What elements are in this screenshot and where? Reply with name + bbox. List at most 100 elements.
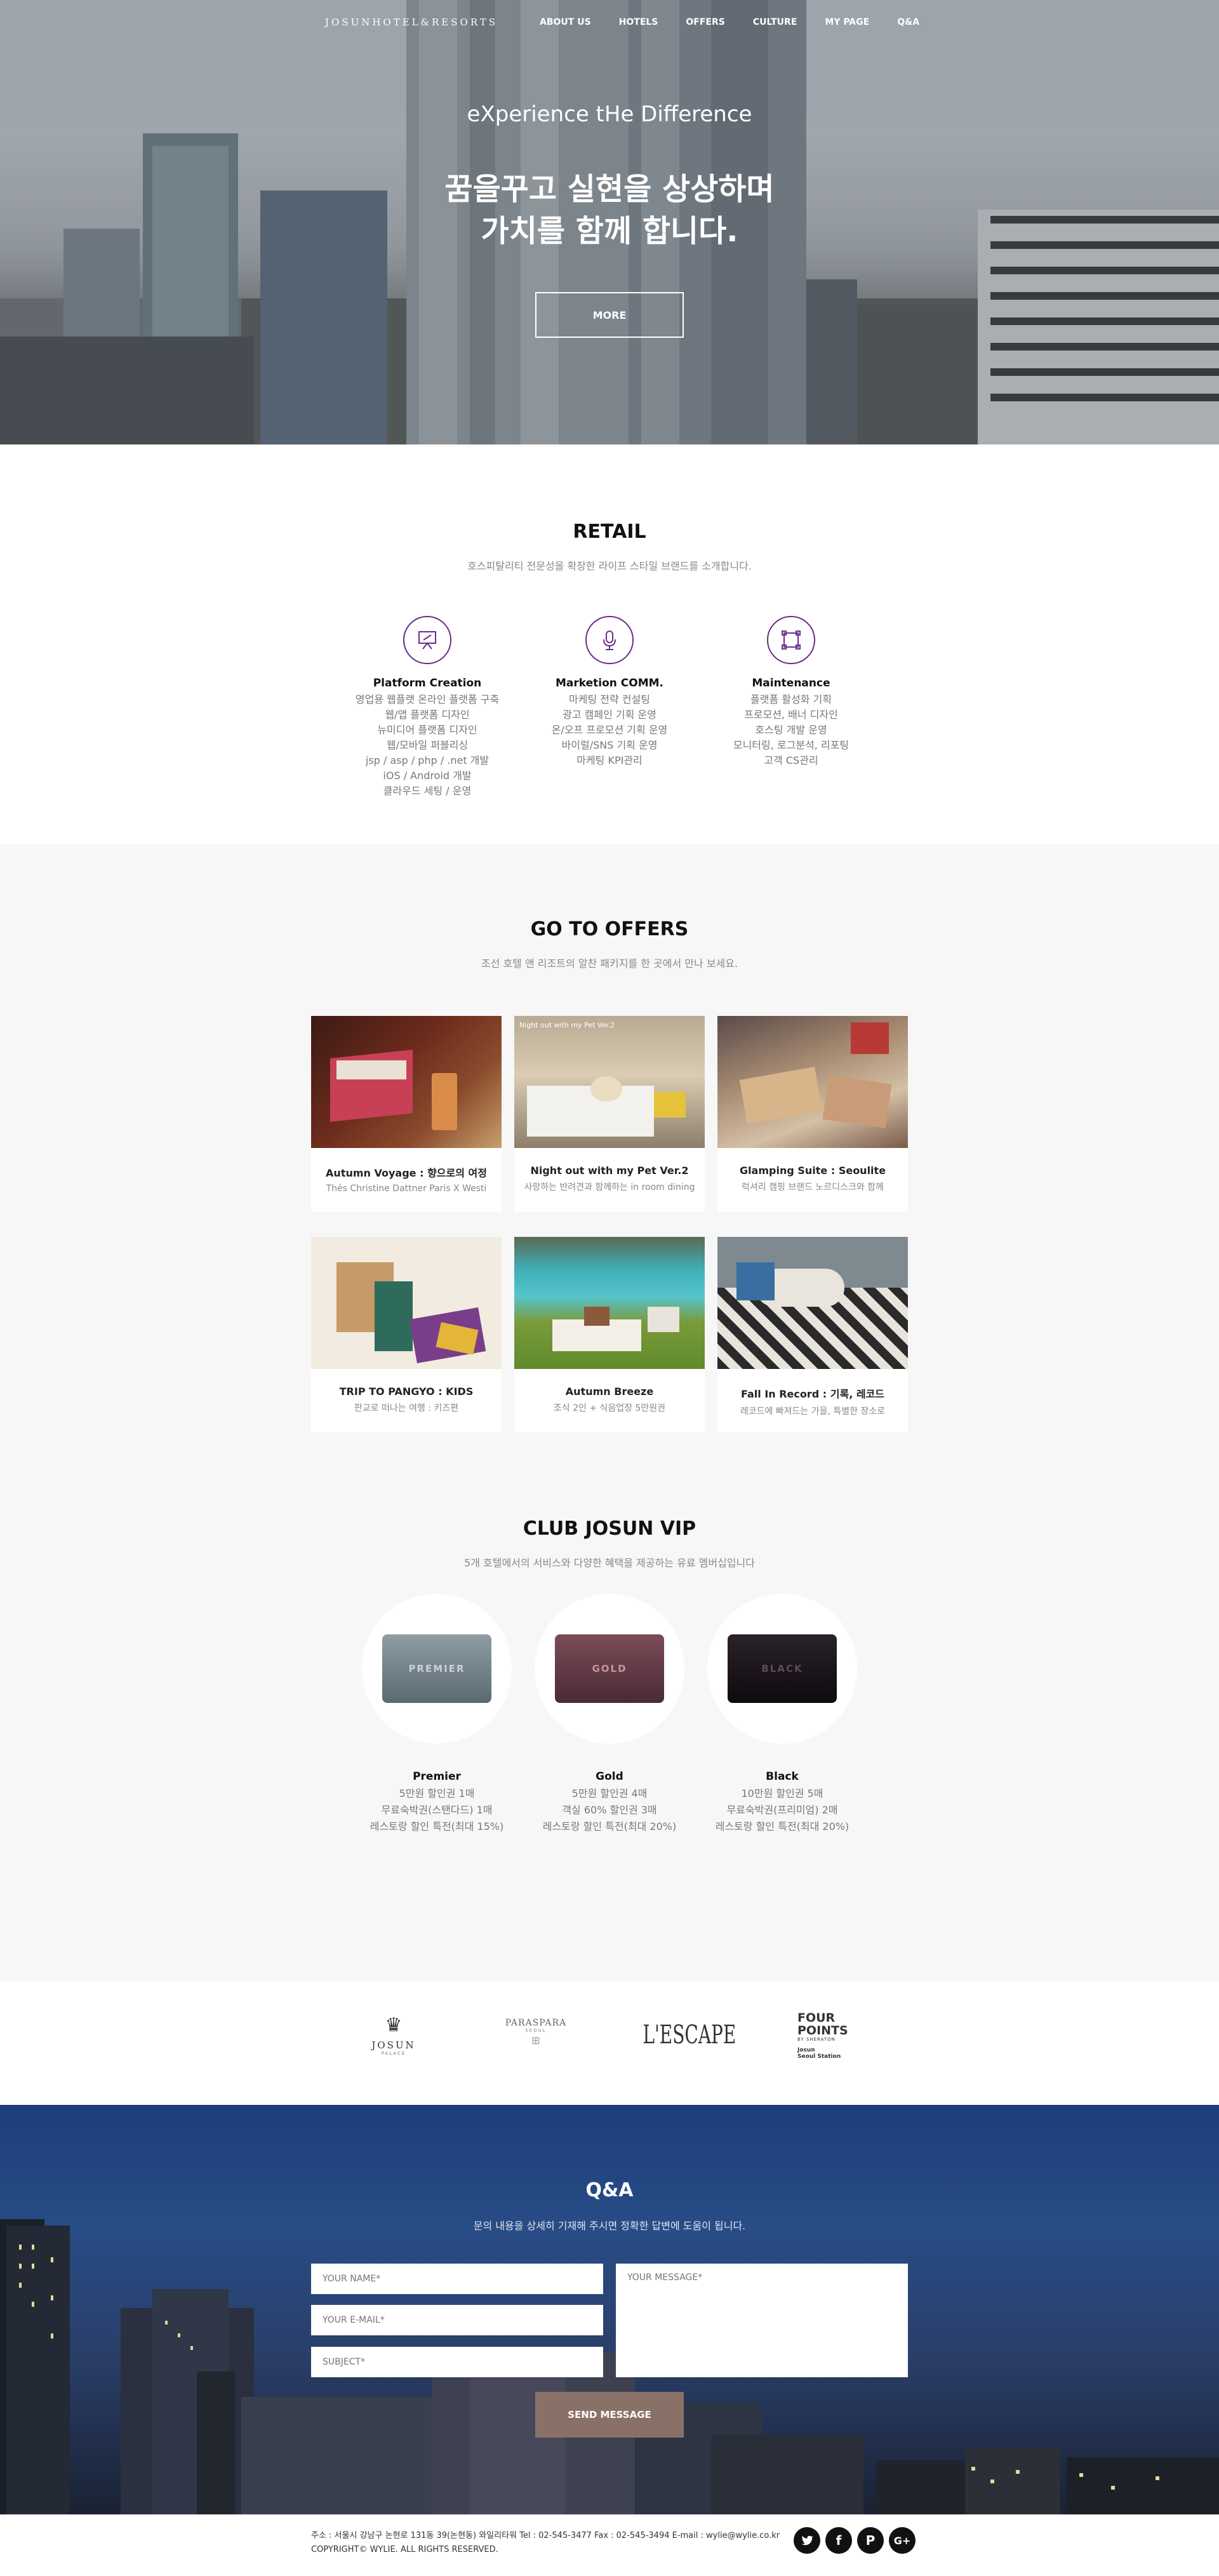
offer-subtitle: 조식 2인 + 식음업장 5만원권 bbox=[553, 1403, 666, 1413]
send-message-button[interactable]: SEND MESSAGE bbox=[535, 2392, 684, 2438]
list-item: iOS / Android 개발 bbox=[383, 770, 472, 782]
google-plus-icon[interactable]: G+ bbox=[889, 2527, 916, 2554]
brands-section: ♛ JOSUN PALACE PARASPARA SEOUL ⊞ L'ESCAP… bbox=[0, 1981, 1219, 2105]
list-item: 프로모션, 배너 디자인 bbox=[744, 709, 838, 721]
premier-card-image: PREMIER bbox=[382, 1634, 491, 1703]
offer-card[interactable]: Autumn Breeze 조식 2인 + 식음업장 5만원권 bbox=[514, 1237, 705, 1432]
retail-section: RETAIL 호스피탈리티 전문성을 확장한 라이프 스타일 브랜드를 소개합니… bbox=[0, 444, 1219, 844]
offer-title: TRIP TO PANGYO : KIDS bbox=[339, 1385, 474, 1398]
qa-background-image bbox=[0, 2219, 1219, 2514]
offer-card[interactable]: Autumn Voyage : 향으로의 여정 Thés Christine D… bbox=[311, 1016, 502, 1211]
list-item: 바이럴/SNS 기획 운영 bbox=[561, 739, 658, 751]
offer-image: Night out with my Pet Ver.2 bbox=[514, 1016, 705, 1148]
list-item: 객실 60% 할인권 3매 bbox=[562, 1804, 657, 1816]
retail-title: RETAIL bbox=[573, 521, 646, 543]
qa-section: Q&A 문의 내용을 상세히 기재해 주시면 정확한 답변에 도움이 됩니다. … bbox=[0, 2105, 1219, 2514]
list-item: 레스토랑 할인 특전(최대 20%) bbox=[542, 1820, 677, 1832]
offer-image-caption: Night out with my Pet Ver.2 bbox=[519, 1021, 615, 1029]
offer-card[interactable]: Glamping Suite : Seoulite 럭셔리 캠핑 브랜드 노르디… bbox=[717, 1016, 908, 1211]
vip-title: CLUB JOSUN VIP bbox=[523, 1518, 696, 1540]
offer-subtitle: 럭셔리 캠핑 브랜드 노르디스크와 함께 bbox=[742, 1182, 884, 1192]
facebook-icon[interactable]: f bbox=[825, 2527, 852, 2554]
list-item: 웹/모바일 퍼블리싱 bbox=[386, 739, 469, 751]
josun-palace-logo[interactable]: ♛ JOSUN PALACE bbox=[362, 2012, 425, 2056]
list-item: 레스토랑 할인 특전(최대 20%) bbox=[715, 1820, 849, 1832]
list-item: 호스팅 개발 운영 bbox=[755, 724, 827, 736]
name-input[interactable] bbox=[311, 2264, 603, 2294]
offers-desc: 조선 호텔 앤 리조트의 알찬 패키지를 한 곳에서 만나 보세요. bbox=[481, 958, 738, 970]
message-textarea[interactable] bbox=[616, 2264, 908, 2377]
service-maintenance: Maintenance 플랫폼 활성화 기획 프로모션, 배너 디자인 호스팅 … bbox=[696, 616, 886, 768]
frame-icon bbox=[767, 616, 815, 664]
vip-tier-gold: GOLD Gold 5만원 할인권 4매 객실 60% 할인권 3매 레스토랑 … bbox=[514, 1594, 705, 1835]
offer-title: Fall In Record : 기록, 레코드 bbox=[740, 1388, 885, 1400]
hero-title: 꿈을꾸고 실현을 상상하며 가치를 함께 합니다. bbox=[0, 168, 1219, 252]
main-nav: JOSUNHOTEL&RESORTS ABOUT US HOTELS OFFER… bbox=[0, 0, 1219, 46]
retail-desc: 호스피탈리티 전문성을 확장한 라이프 스타일 브랜드를 소개합니다. bbox=[467, 560, 752, 572]
vip-tier-premier: PREMIER Premier 5만원 할인권 1매 무료숙박권(스탠다드) 1… bbox=[342, 1594, 532, 1835]
list-item: jsp / asp / php / .net 개발 bbox=[365, 754, 490, 766]
email-input[interactable] bbox=[311, 2305, 603, 2335]
crest-icon: ♛ bbox=[385, 2014, 403, 2036]
service-marketing-comm: Marketion COMM. 마케팅 전략 컨설팅 광고 캠페인 기획 운영 … bbox=[514, 616, 705, 768]
list-item: 고객 CS관리 bbox=[764, 754, 818, 766]
social-links: f P G+ bbox=[794, 2527, 916, 2554]
vip-tier-name: Gold bbox=[596, 1770, 623, 1783]
nav-hotels[interactable]: HOTELS bbox=[619, 17, 658, 27]
offers-title: GO TO OFFERS bbox=[530, 918, 689, 940]
service-list: 영업용 웹플랫 온라인 플랫폼 구축 웹/앱 플랫폼 디자인 뉴미디어 플랫폼 … bbox=[332, 692, 523, 799]
nav-culture[interactable]: CULTURE bbox=[753, 17, 797, 27]
vip-section: CLUB JOSUN VIP 5개 호텔에서의 서비스와 다양한 혜택을 제공하… bbox=[0, 1479, 1219, 1981]
footer: 주소 : 서울시 강남구 논현로 131동 39(논현동) 와일리타워 Tel … bbox=[0, 2514, 1219, 2570]
site-logo[interactable]: JOSUNHOTEL&RESORTS bbox=[325, 17, 498, 28]
more-button[interactable]: MORE bbox=[535, 292, 684, 338]
offer-subtitle: 판교로 떠나는 여행 : 키즈편 bbox=[354, 1403, 459, 1413]
offer-card[interactable]: Fall In Record : 기록, 레코드 레코드에 빠져드는 가을, 특… bbox=[717, 1237, 908, 1432]
list-item: 5만원 할인권 1매 bbox=[399, 1787, 475, 1799]
list-item: 플랫폼 활성화 기획 bbox=[750, 693, 832, 705]
service-list: 마케팅 전략 컨설팅 광고 캠페인 기획 운영 온/오프 프로모션 기획 운영 … bbox=[514, 692, 705, 768]
lescape-logo[interactable]: L'ESCAPE bbox=[629, 2020, 736, 2050]
offer-subtitle: Thés Christine Dattner Paris X Westi bbox=[326, 1184, 487, 1194]
service-title: Marketion COMM. bbox=[555, 677, 664, 690]
vip-tier-name: Premier bbox=[413, 1770, 461, 1783]
nav-offers[interactable]: OFFERS bbox=[686, 17, 724, 27]
list-item: 영업용 웹플랫 온라인 플랫폼 구축 bbox=[355, 693, 500, 705]
offer-subtitle: 레코드에 빠져드는 가을, 특별한 장소로 bbox=[740, 1406, 886, 1417]
offers-section: GO TO OFFERS 조선 호텔 앤 리조트의 알찬 패키지를 한 곳에서 … bbox=[0, 844, 1219, 1479]
subject-input[interactable] bbox=[311, 2347, 603, 2377]
twitter-icon[interactable] bbox=[794, 2527, 820, 2554]
offer-image bbox=[717, 1237, 908, 1369]
nav-about-us[interactable]: ABOUT US bbox=[540, 17, 591, 27]
service-list: 플랫폼 활성화 기획 프로모션, 배너 디자인 호스팅 개발 운영 모니터링, … bbox=[696, 692, 886, 768]
offer-card[interactable]: Night out with my Pet Ver.2 Night out wi… bbox=[514, 1016, 705, 1211]
list-item: 무료숙박권(프리미엄) 2매 bbox=[726, 1804, 838, 1816]
paraspara-logo[interactable]: PARASPARA SEOUL ⊞ bbox=[498, 2018, 574, 2046]
hero-subtitle: eXperience tHe Difference bbox=[467, 102, 752, 127]
service-title: Platform Creation bbox=[373, 677, 482, 690]
presentation-icon bbox=[403, 616, 451, 664]
hero-title-line1: 꿈을꾸고 실현을 상상하며 bbox=[444, 171, 775, 207]
list-item: 5만원 할인권 4매 bbox=[571, 1787, 648, 1799]
nav-qa[interactable]: Q&A bbox=[897, 17, 919, 27]
hero-section: JOSUNHOTEL&RESORTS ABOUT US HOTELS OFFER… bbox=[0, 0, 1219, 444]
nav-my-page[interactable]: MY PAGE bbox=[825, 17, 869, 27]
offer-subtitle: 사랑하는 반려견과 함께하는 in room dining bbox=[524, 1182, 695, 1192]
service-title: Maintenance bbox=[752, 677, 830, 690]
vip-tier-black: BLACK Black 10만원 할인권 5매 무료숙박권(프리미엄) 2매 레… bbox=[687, 1594, 877, 1835]
offer-title: Glamping Suite : Seoulite bbox=[739, 1165, 886, 1177]
qa-desc: 문의 내용을 상세히 기재해 주시면 정확한 답변에 도움이 됩니다. bbox=[473, 2220, 746, 2232]
offer-title: Night out with my Pet Ver.2 bbox=[530, 1165, 689, 1177]
footer-copyright: COPYRIGHT© WYLIE. ALL RIGHTS RESERVED. bbox=[311, 2545, 498, 2554]
pinterest-icon[interactable]: P bbox=[857, 2527, 884, 2554]
offer-card[interactable]: TRIP TO PANGYO : KIDS 판교로 떠나는 여행 : 키즈편 bbox=[311, 1237, 502, 1432]
four-points-logo[interactable]: FOUR POINTS BY SHERATON Josun Seoul Stat… bbox=[797, 2012, 861, 2060]
list-item: 웹/앱 플랫폼 디자인 bbox=[385, 709, 470, 721]
black-card-image: BLACK bbox=[728, 1634, 837, 1703]
service-platform-creation: Platform Creation 영업용 웹플랫 온라인 플랫폼 구축 웹/앱… bbox=[332, 616, 523, 799]
list-item: 10만원 할인권 5매 bbox=[741, 1787, 823, 1799]
offer-image bbox=[717, 1016, 908, 1148]
list-item: 온/오프 프로모션 기획 운영 bbox=[551, 724, 668, 736]
list-item: 레스토랑 할인 특전(최대 15%) bbox=[370, 1820, 504, 1832]
offer-image bbox=[514, 1237, 705, 1369]
